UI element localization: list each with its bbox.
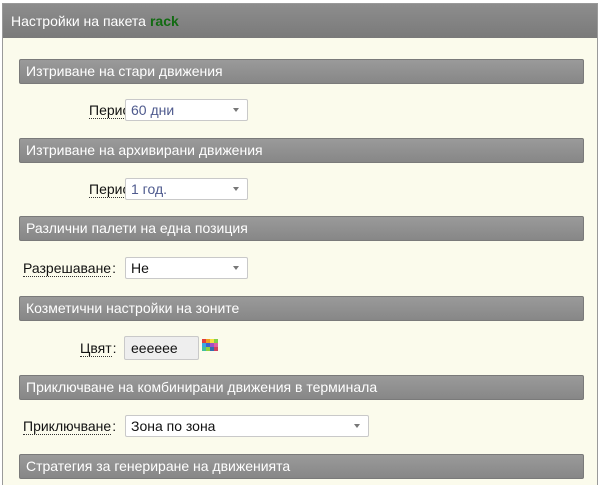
section-delete-archived-movements[interactable]: Изтриване на архивирани движения (19, 138, 584, 163)
color-field[interactable]: eeeeee (124, 336, 199, 360)
select-value: 60 дни (131, 102, 175, 118)
old-movements-period-select[interactable]: 60 дни (125, 99, 248, 121)
completion-label: Приключване: (23, 418, 117, 435)
color-palette-icon[interactable] (202, 339, 218, 351)
allow-select[interactable]: Не (125, 257, 248, 279)
section-title: Приключване на комбинирани движения в те… (26, 379, 378, 395)
section-movement-generation-strategy[interactable]: Стратегия за генериране на движенията (19, 454, 584, 479)
select-value: Не (131, 260, 149, 276)
panel-header: Настройки на пакета rack (3, 4, 597, 38)
section-title: Изтриване на архивирани движения (26, 142, 263, 158)
section-terminal-combined-movements[interactable]: Приключване на комбинирани движения в те… (19, 375, 584, 400)
chevron-down-icon (233, 266, 239, 270)
section-title: Изтриване на стари движения (26, 63, 223, 79)
chevron-down-icon (354, 424, 360, 428)
section-delete-old-movements[interactable]: Изтриване на стари движения (19, 59, 584, 84)
select-value: Зона по зона (131, 418, 216, 434)
panel-title: Настройки на пакета (11, 13, 146, 29)
color-label: Цвят: (80, 340, 117, 357)
chevron-down-icon (233, 187, 239, 191)
section-title: Козметични настройки на зоните (26, 300, 240, 316)
archived-movements-period-select[interactable]: 1 год. (125, 178, 248, 200)
section-different-pallets[interactable]: Различни палети на една позиция (19, 216, 584, 241)
package-name: rack (149, 13, 179, 29)
select-value: 1 год. (131, 181, 168, 197)
package-settings-panel: Настройки на пакета rack Изтриване на ста… (2, 3, 598, 485)
section-zone-cosmetics[interactable]: Козметични настройки на зоните (19, 296, 584, 321)
chevron-down-icon (233, 108, 239, 112)
allow-label: Разрешаване: (23, 260, 116, 277)
section-title: Стратегия за генериране на движенията (26, 458, 291, 474)
color-value: eeeeee (131, 340, 178, 356)
section-title: Различни палети на една позиция (26, 220, 248, 236)
completion-select[interactable]: Зона по зона (125, 415, 369, 437)
